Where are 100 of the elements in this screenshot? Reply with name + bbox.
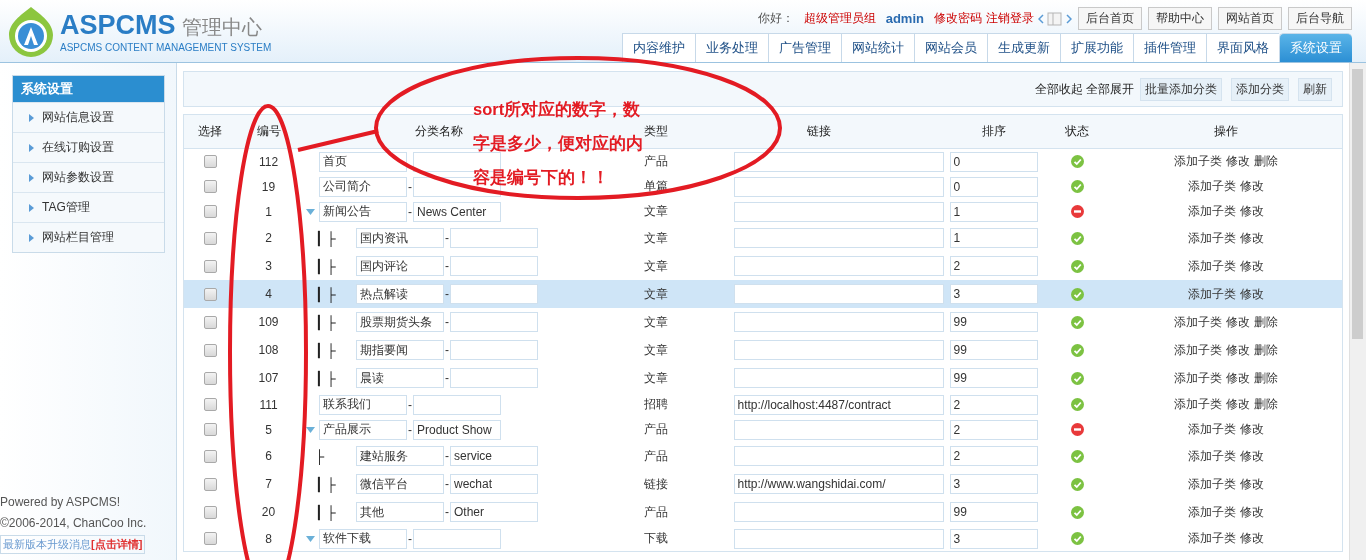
english-name-field[interactable]	[450, 284, 538, 304]
action-link[interactable]: 修改	[1225, 153, 1250, 170]
checkbox[interactable]	[203, 205, 217, 218]
action-link[interactable]: 添加子类	[1187, 203, 1236, 220]
name-field[interactable]: 建站服务	[356, 446, 444, 466]
english-name-field[interactable]	[450, 312, 538, 332]
link-field[interactable]	[733, 340, 944, 360]
action-link[interactable]: 添加子类	[1173, 369, 1222, 387]
nav-tab[interactable]: 插件管理	[1133, 33, 1206, 62]
action-link[interactable]: 修改	[1225, 341, 1250, 359]
action-link[interactable]: 修改	[1239, 257, 1264, 275]
scroll-thumb[interactable]	[1352, 69, 1363, 339]
action-link[interactable]: 添加子类	[1187, 475, 1236, 493]
english-name-field[interactable]: News Center	[413, 201, 501, 222]
action-link[interactable]: 删除	[1253, 313, 1278, 331]
link-field[interactable]: http://localhost:4487/contract	[733, 394, 944, 415]
action-link[interactable]: 修改	[1239, 285, 1264, 303]
checkbox[interactable]	[203, 505, 217, 519]
action-link[interactable]: 添加子类	[1187, 229, 1236, 247]
link-field[interactable]	[733, 446, 944, 466]
toolbar-button[interactable]: 批量添加分类	[1140, 77, 1222, 101]
link-field[interactable]	[733, 151, 944, 172]
name-field[interactable]: 软件下载	[319, 528, 407, 549]
sidebar-item[interactable]: TAG管理	[13, 192, 164, 222]
name-field[interactable]: 晨读	[356, 368, 444, 388]
link-field[interactable]	[733, 419, 944, 440]
link-field[interactable]	[733, 228, 944, 248]
sort-field[interactable]: 3	[949, 528, 1038, 549]
sort-field[interactable]: 1	[949, 228, 1038, 248]
english-name-field[interactable]	[413, 394, 501, 415]
english-name-field[interactable]: Other	[450, 502, 538, 522]
name-field[interactable]: 股票期货头条	[356, 312, 444, 332]
action-link[interactable]: 添加子类	[1187, 178, 1236, 195]
checkbox[interactable]	[203, 449, 217, 463]
action-link[interactable]: 修改	[1239, 530, 1264, 547]
link-field[interactable]	[733, 201, 944, 222]
action-link[interactable]: 修改	[1239, 475, 1264, 493]
sort-field[interactable]: 99	[949, 502, 1038, 522]
checkbox[interactable]	[203, 532, 217, 545]
action-link[interactable]: 添加子类	[1187, 447, 1236, 465]
nav-tab[interactable]: 业务处理	[695, 33, 768, 62]
checkbox[interactable]	[203, 343, 217, 357]
link-field[interactable]	[733, 312, 944, 332]
sort-field[interactable]: 0	[949, 176, 1038, 197]
link-field[interactable]	[733, 284, 944, 304]
action-link[interactable]: 修改	[1239, 203, 1264, 220]
link-field[interactable]: http://www.wangshidai.com/	[733, 474, 944, 494]
action-link[interactable]: 删除	[1253, 341, 1278, 359]
header-link[interactable]: 注销登录	[986, 10, 1034, 27]
checkbox[interactable]	[203, 477, 217, 491]
english-name-field[interactable]: wechat	[450, 474, 538, 494]
action-link[interactable]: 添加子类	[1173, 396, 1222, 413]
action-link[interactable]: 修改	[1239, 421, 1264, 438]
nav-tab[interactable]: 界面风格	[1206, 33, 1279, 62]
nav-tab[interactable]: 生成更新	[987, 33, 1060, 62]
action-link[interactable]: 修改	[1239, 503, 1264, 521]
english-name-field[interactable]: Product Show	[413, 419, 501, 440]
action-link[interactable]: 删除	[1253, 369, 1278, 387]
action-link[interactable]: 添加子类	[1173, 153, 1222, 170]
link-field[interactable]	[733, 256, 944, 276]
action-link[interactable]: 修改	[1239, 447, 1264, 465]
sort-field[interactable]: 99	[949, 368, 1038, 388]
sidebar-item[interactable]: 网站参数设置	[13, 162, 164, 192]
action-link[interactable]: 删除	[1253, 153, 1278, 170]
name-field[interactable]: 其他	[356, 502, 444, 522]
checkbox[interactable]	[203, 423, 217, 436]
action-link[interactable]: 添加子类	[1187, 285, 1236, 303]
name-field[interactable]: 期指要闻	[356, 340, 444, 360]
checkbox[interactable]	[203, 315, 217, 329]
name-field[interactable]: 首页	[319, 151, 407, 172]
action-link[interactable]: 删除	[1253, 396, 1278, 413]
scrollbar[interactable]	[1349, 63, 1366, 560]
toolbar-link[interactable]: 全部收起	[1035, 80, 1083, 98]
nav-tab[interactable]: 广告管理	[768, 33, 841, 62]
name-field[interactable]: 产品展示	[319, 419, 407, 440]
sort-field[interactable]: 2	[949, 446, 1038, 466]
sort-field[interactable]: 2	[949, 394, 1038, 415]
link-field[interactable]	[733, 528, 944, 549]
toolbar-link[interactable]: 全部展开	[1086, 80, 1134, 98]
checkbox[interactable]	[203, 155, 217, 168]
toolbar-button[interactable]: 添加分类	[1231, 77, 1289, 101]
sort-field[interactable]: 3	[949, 474, 1038, 494]
name-field[interactable]: 公司简介	[319, 176, 407, 197]
nav-tab[interactable]: 网站统计	[841, 33, 914, 62]
action-link[interactable]: 添加子类	[1187, 421, 1236, 438]
action-link[interactable]: 修改	[1239, 178, 1264, 195]
sidebar-item[interactable]: 在线订购设置	[13, 132, 164, 162]
sort-field[interactable]: 1	[949, 201, 1038, 222]
english-name-field[interactable]: service	[450, 446, 538, 466]
english-name-field[interactable]	[413, 528, 501, 549]
english-name-field[interactable]	[450, 256, 538, 276]
nav-tab[interactable]: 扩展功能	[1060, 33, 1133, 62]
action-link[interactable]: 添加子类	[1173, 341, 1222, 359]
action-link[interactable]: 修改	[1225, 313, 1250, 331]
nav-tab[interactable]: 网站会员	[914, 33, 987, 62]
action-link[interactable]: 修改	[1225, 369, 1250, 387]
name-field[interactable]: 微信平台	[356, 474, 444, 494]
action-link[interactable]: 添加子类	[1173, 313, 1222, 331]
name-field[interactable]: 国内资讯	[356, 228, 444, 248]
action-link[interactable]: 添加子类	[1187, 257, 1236, 275]
